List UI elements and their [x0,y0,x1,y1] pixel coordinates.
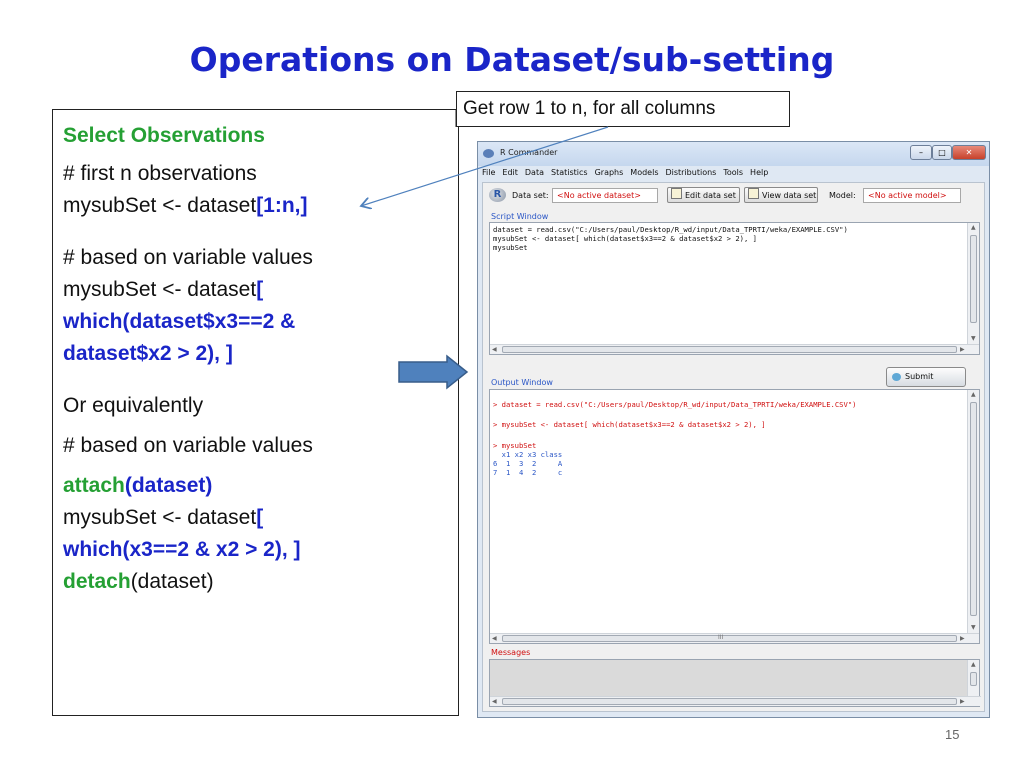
page-number: 15 [945,727,960,742]
annotation-overlay [0,110,609,390]
callout-pointer-arrow [361,126,609,206]
right-arrow-icon [398,354,469,390]
